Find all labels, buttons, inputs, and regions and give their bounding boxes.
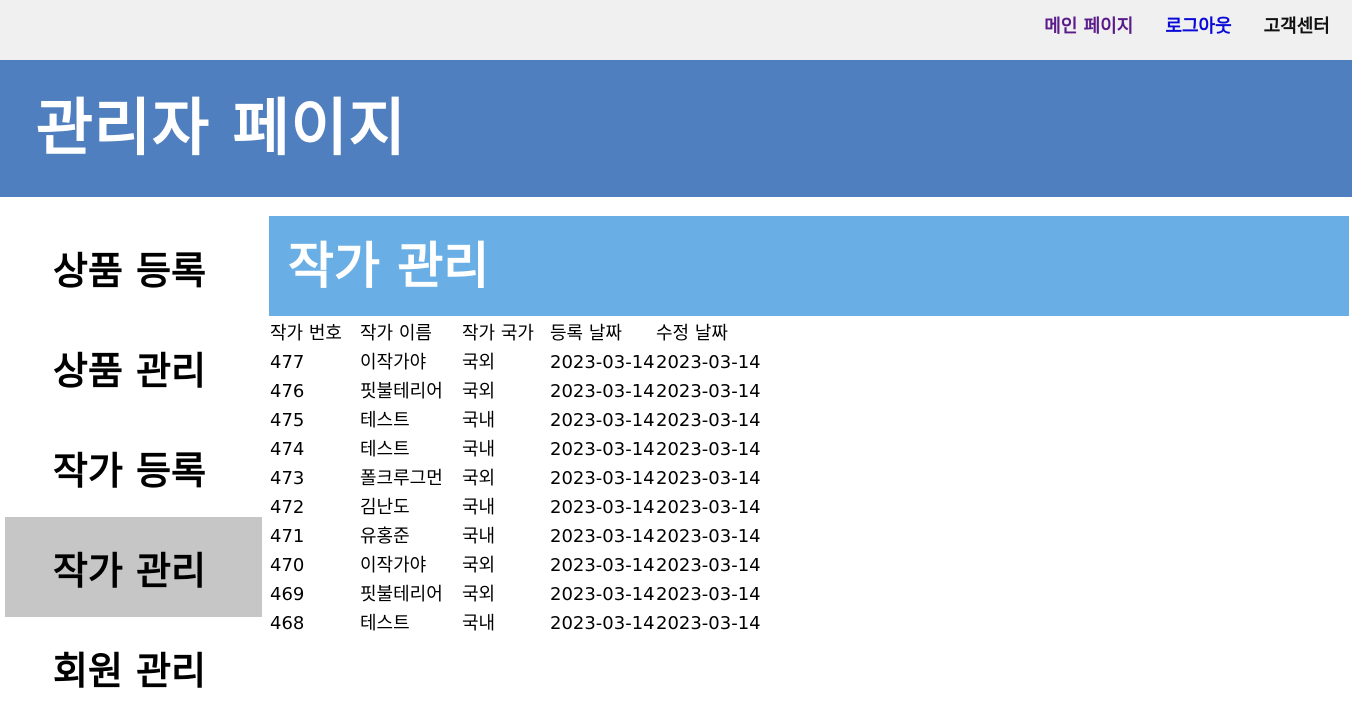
cell-artist-name: 폴크루그먼 [360, 468, 443, 489]
cell-registered-date: 2023-03-14 [550, 381, 655, 402]
cell-modified-date: 2023-03-14 [656, 555, 761, 576]
cell-modified-date: 2023-03-14 [656, 613, 761, 634]
sidebar-item-product-register[interactable]: 상품 등록 [5, 217, 262, 317]
cell-modified-date: 2023-03-14 [656, 381, 761, 402]
cell-artist-country: 국내 [462, 439, 496, 460]
cell-modified-date: 2023-03-14 [656, 584, 761, 605]
cell-registered-date: 2023-03-14 [550, 555, 655, 576]
cell-artist-name: 테스트 [360, 439, 410, 460]
table-row: 471 유홍준 국내 2023-03-14 2023-03-14 [270, 522, 766, 551]
cell-artist-country: 국외 [462, 352, 496, 373]
column-header-modified-date: 수정 날짜 [656, 323, 728, 344]
table-row: 477 이작가야 국외 2023-03-14 2023-03-14 [270, 348, 766, 377]
column-header-artist-no: 작가 번호 [270, 323, 342, 344]
table-row: 470 이작가야 국외 2023-03-14 2023-03-14 [270, 551, 766, 580]
sidebar-item-member-manage[interactable]: 회원 관리 [5, 617, 262, 717]
cell-artist-name: 이작가야 [360, 352, 427, 373]
artist-table-body: 477 이작가야 국외 2023-03-14 2023-03-14 476 핏불테리어 국외 2… [270, 348, 766, 638]
cell-artist-name: 이작가야 [360, 555, 427, 576]
cell-artist-country: 국외 [462, 584, 496, 605]
table-row: 469 핏불테리어 국외 2023-03-14 2023-03-14 [270, 580, 766, 609]
sidebar-item-product-manage[interactable]: 상품 관리 [5, 317, 262, 417]
cell-artist-no: 475 [270, 410, 305, 431]
cell-artist-no: 469 [270, 584, 305, 605]
cell-artist-no: 472 [270, 497, 305, 518]
sidebar: 상품 등록 상품 관리 작가 등록 작가 관리 회원 관리 [5, 217, 262, 717]
top-bar: 메인 페이지 로그아웃 고객센터 [0, 0, 1352, 60]
cell-modified-date: 2023-03-14 [656, 497, 761, 518]
cell-artist-name: 테스트 [360, 410, 410, 431]
column-header-registered-date: 등록 날짜 [550, 323, 622, 344]
column-header-artist-country: 작가 국가 [462, 323, 534, 344]
cell-modified-date: 2023-03-14 [656, 439, 761, 460]
cell-registered-date: 2023-03-14 [550, 410, 655, 431]
section-header: 작가 관리 [269, 216, 1349, 316]
table-row: 474 테스트 국내 2023-03-14 2023-03-14 [270, 435, 766, 464]
cell-modified-date: 2023-03-14 [656, 468, 761, 489]
cell-artist-country: 국내 [462, 497, 496, 518]
table-row: 473 폴크루그먼 국외 2023-03-14 2023-03-14 [270, 464, 766, 493]
cell-artist-name: 테스트 [360, 613, 410, 634]
cell-artist-no: 474 [270, 439, 305, 460]
cell-artist-name: 핏불테리어 [360, 381, 443, 402]
cell-artist-no: 471 [270, 526, 305, 547]
table-row: 475 테스트 국내 2023-03-14 2023-03-14 [270, 406, 766, 435]
sidebar-item-artist-register[interactable]: 작가 등록 [5, 417, 262, 517]
cell-artist-no: 473 [270, 468, 305, 489]
cell-artist-country: 국내 [462, 613, 496, 634]
cell-artist-country: 국외 [462, 381, 496, 402]
cell-registered-date: 2023-03-14 [550, 613, 655, 634]
page-title: 관리자 페이지 [36, 91, 407, 164]
table-row: 472 김난도 국내 2023-03-14 2023-03-14 [270, 493, 766, 522]
cell-artist-country: 국외 [462, 468, 496, 489]
cell-modified-date: 2023-03-14 [656, 526, 761, 547]
cell-artist-name: 핏불테리어 [360, 584, 443, 605]
top-nav: 메인 페이지 로그아웃 고객센터 [1044, 14, 1330, 40]
logout-link[interactable]: 로그아웃 [1166, 14, 1232, 40]
artist-table: 작가 번호 작가 이름 작가 국가 등록 날짜 수정 날짜 477 이작가야 국외 2… [270, 319, 766, 638]
main-content: 작가 관리 작가 번호 작가 이름 작가 국가 등록 날짜 수정 날짜 477 이… [269, 216, 1349, 638]
cell-artist-country: 국외 [462, 555, 496, 576]
cell-artist-name: 김난도 [360, 497, 410, 518]
sidebar-item-artist-manage[interactable]: 작가 관리 [5, 517, 262, 617]
table-header-row: 작가 번호 작가 이름 작가 국가 등록 날짜 수정 날짜 [270, 319, 766, 348]
cell-registered-date: 2023-03-14 [550, 439, 655, 460]
cell-registered-date: 2023-03-14 [550, 584, 655, 605]
cell-modified-date: 2023-03-14 [656, 352, 761, 373]
cell-artist-name: 유홍준 [360, 526, 410, 547]
cell-artist-no: 470 [270, 555, 305, 576]
cell-artist-country: 국내 [462, 526, 496, 547]
cell-registered-date: 2023-03-14 [550, 468, 655, 489]
cell-artist-country: 국내 [462, 410, 496, 431]
section-title: 작가 관리 [288, 237, 490, 295]
table-row: 476 핏불테리어 국외 2023-03-14 2023-03-14 [270, 377, 766, 406]
cell-modified-date: 2023-03-14 [656, 410, 761, 431]
admin-banner: 관리자 페이지 [0, 60, 1352, 197]
cell-artist-no: 468 [270, 613, 305, 634]
cell-artist-no: 477 [270, 352, 305, 373]
cell-registered-date: 2023-03-14 [550, 497, 655, 518]
main-page-link[interactable]: 메인 페이지 [1044, 14, 1133, 40]
table-row: 468 테스트 국내 2023-03-14 2023-03-14 [270, 609, 766, 638]
cell-registered-date: 2023-03-14 [550, 526, 655, 547]
customer-center-link[interactable]: 고객센터 [1264, 14, 1330, 40]
cell-artist-no: 476 [270, 381, 305, 402]
cell-registered-date: 2023-03-14 [550, 352, 655, 373]
column-header-artist-name: 작가 이름 [360, 323, 432, 344]
